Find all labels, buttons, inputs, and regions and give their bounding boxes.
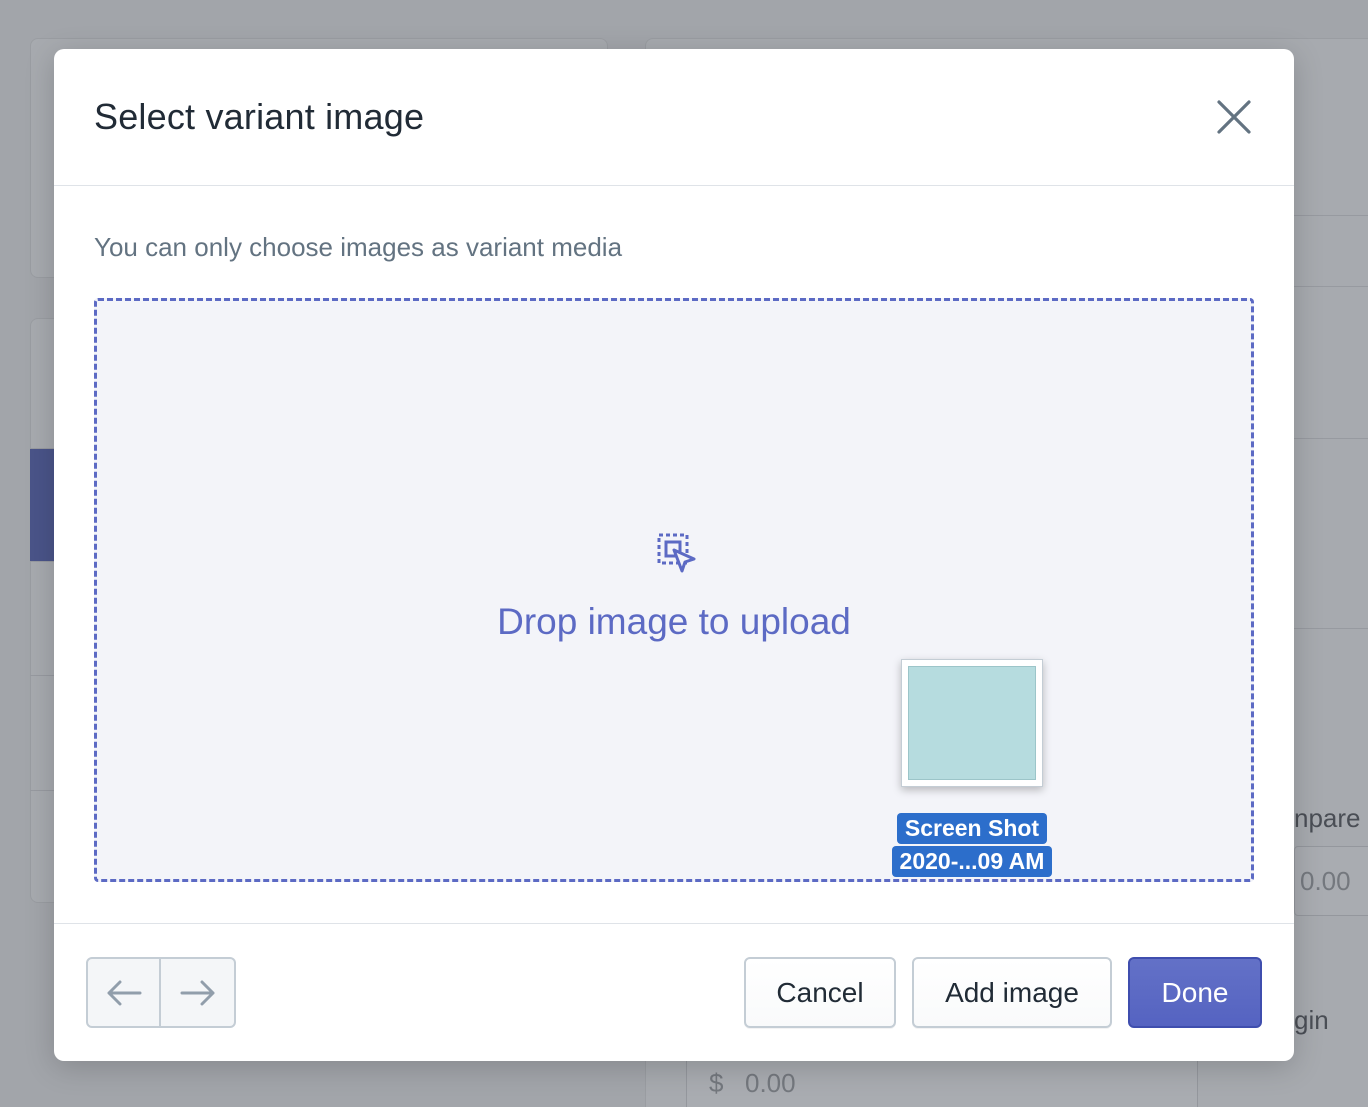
arrow-right-icon: [180, 980, 214, 1005]
close-button[interactable]: [1212, 95, 1256, 139]
done-button[interactable]: Done: [1128, 957, 1262, 1028]
modal-body: You can only choose images as variant me…: [54, 186, 1294, 924]
file-name-line-2: 2020-...09 AM: [891, 846, 1053, 877]
image-dropzone[interactable]: Drop image to upload Screen Shot 2020-..…: [94, 298, 1254, 882]
select-variant-image-modal: Select variant image You can only choose…: [54, 49, 1294, 1061]
cost-value: 0.00: [745, 1068, 796, 1098]
divider: [1294, 215, 1368, 216]
divider: [1294, 438, 1368, 439]
next-button[interactable]: [161, 957, 236, 1028]
dropzone-label: Drop image to upload: [497, 601, 851, 642]
dragged-file-thumbnail: [901, 659, 1043, 787]
previous-button[interactable]: [86, 957, 161, 1028]
arrow-left-icon: [107, 980, 141, 1005]
modal-footer: Cancel Add image Done: [54, 923, 1294, 1061]
margin-label: gin: [1294, 1005, 1329, 1035]
close-icon: [1217, 100, 1251, 134]
file-preview-image: [908, 666, 1036, 780]
dragged-file-name: Screen Shot 2020-...09 AM: [875, 813, 1069, 877]
add-image-button[interactable]: Add image: [912, 957, 1112, 1028]
cancel-button[interactable]: Cancel: [744, 957, 896, 1028]
divider: [1294, 628, 1368, 629]
compare-at-label: npare a: [1294, 803, 1368, 833]
divider: [1294, 286, 1368, 287]
drop-zone-icon: [657, 533, 696, 573]
cost-currency: $: [709, 1068, 724, 1098]
pagination: [86, 957, 236, 1028]
modal-title: Select variant image: [94, 96, 425, 137]
modal-header: Select variant image: [54, 49, 1294, 186]
helper-text: You can only choose images as variant me…: [94, 232, 623, 262]
compare-at-value: 0.00: [1300, 866, 1351, 896]
file-name-line-1: Screen Shot: [896, 813, 1048, 844]
